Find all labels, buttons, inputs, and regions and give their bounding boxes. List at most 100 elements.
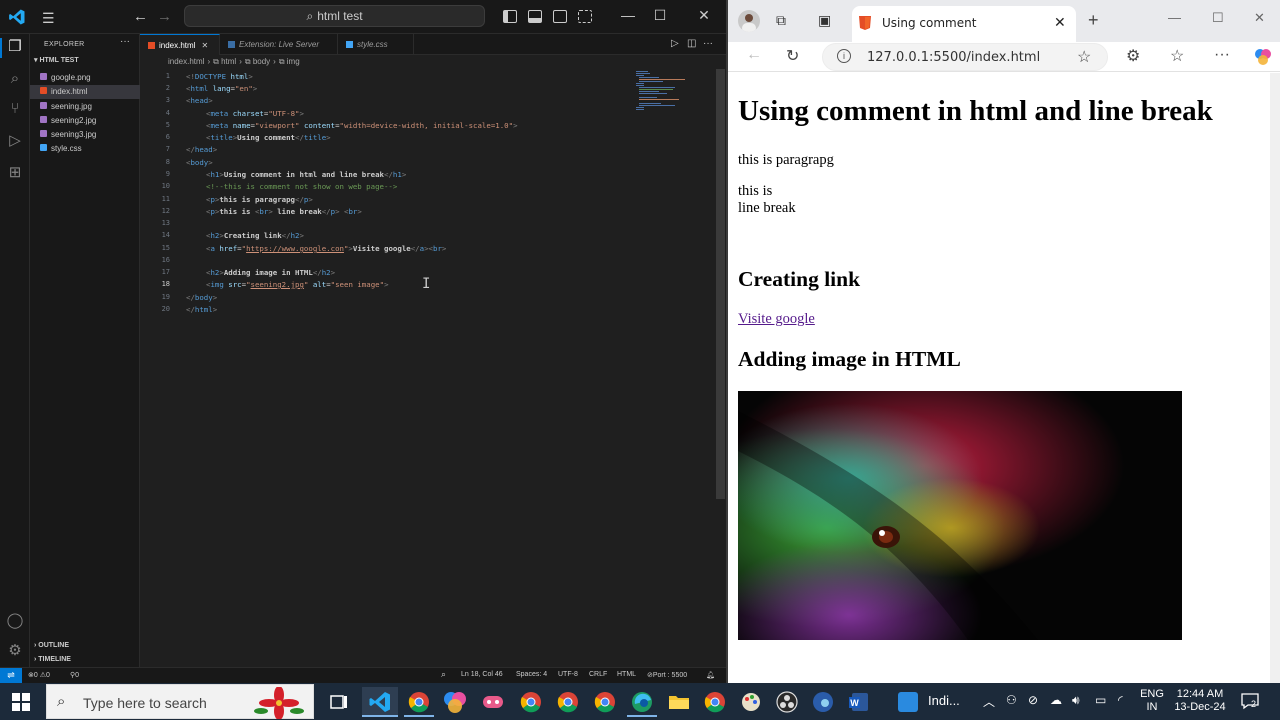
battery-icon[interactable]: ▭ — [1095, 693, 1106, 707]
search-icon[interactable]: ⌕ — [6, 70, 24, 88]
minimize-icon[interactable]: — — [618, 7, 638, 23]
copilot-app-icon[interactable] — [440, 687, 470, 717]
minimap[interactable] — [634, 69, 714, 129]
file-seening3-jpg[interactable]: seening3.jpg — [30, 128, 140, 142]
chrome-app-icon[interactable] — [553, 687, 583, 717]
edge-dev-app-icon[interactable] — [808, 687, 838, 717]
page-scrollbar[interactable] — [1270, 73, 1280, 683]
customize-layout-icon[interactable] — [578, 10, 592, 23]
toggle-panel-icon[interactable] — [528, 10, 542, 23]
tab-live-server[interactable]: Extension: Live Server — [220, 34, 338, 55]
live-server-port[interactable]: ⊘Port : 5500 — [647, 671, 687, 679]
more-actions-icon[interactable]: ··· — [703, 38, 713, 49]
zoom-icon[interactable]: ⌕ — [441, 669, 446, 680]
forward-arrow-icon[interactable]: → — [157, 8, 172, 25]
chrome-app-icon[interactable] — [516, 687, 546, 717]
breadcrumb-item[interactable]: html — [221, 57, 236, 66]
notification-icon[interactable]: 2 — [1240, 692, 1260, 710]
extensions-icon[interactable]: ⚙ — [1126, 46, 1140, 66]
vertical-tabs-icon[interactable]: ▣ — [818, 12, 831, 29]
tab-using-comment[interactable]: Using comment ✕ — [852, 6, 1076, 42]
code-editor[interactable]: 1 2 3 4 5 6 7 8 9 10 11 12 13 14 15 16 1… — [140, 69, 716, 667]
source-control-icon[interactable]: ⑂ — [6, 100, 24, 118]
toggle-secondary-sidebar-icon[interactable] — [553, 10, 567, 23]
taskbar-search[interactable]: ⌕ Type here to search — [46, 684, 314, 719]
task-view-icon[interactable] — [324, 687, 354, 717]
tab-style-css[interactable]: style.css — [338, 34, 414, 55]
avatar[interactable] — [738, 10, 760, 32]
tab-index-html[interactable]: index.html ✕ — [140, 34, 220, 55]
url-text[interactable]: 127.0.0.1:5500/index.html — [867, 50, 1040, 65]
gear-icon[interactable]: ⚙ — [6, 642, 24, 660]
edge-app-icon[interactable] — [627, 687, 657, 717]
paint-app-icon[interactable] — [736, 687, 766, 717]
maximize-icon[interactable]: ☐ — [1212, 10, 1224, 26]
vscode-app-icon[interactable] — [362, 687, 398, 717]
favorites-icon[interactable]: ☆ — [1170, 46, 1184, 66]
run-debug-icon[interactable]: ▷ — [6, 132, 24, 150]
ports-status[interactable]: ⚲0 — [70, 671, 79, 679]
chevron-up-icon[interactable]: ︿ — [983, 693, 995, 710]
maximize-icon[interactable]: ☐ — [650, 7, 670, 24]
close-icon[interactable]: ✕ — [1054, 14, 1066, 31]
onedrive-icon[interactable]: ☁ — [1050, 693, 1062, 707]
close-icon[interactable]: ✕ — [201, 41, 208, 50]
location-off-icon[interactable]: ⊘ — [1028, 693, 1038, 707]
wifi-icon[interactable]: ◜ — [1118, 693, 1123, 707]
chrome-app-icon[interactable] — [590, 687, 620, 717]
file-seening2-jpg[interactable]: seening2.jpg — [30, 114, 140, 128]
google-link[interactable]: Visite google — [738, 311, 815, 328]
extensions-icon[interactable]: ⊞ — [6, 164, 24, 182]
file-seening-jpg[interactable]: seening.jpg — [30, 100, 140, 114]
file-explorer-icon[interactable] — [664, 687, 694, 717]
weather-label[interactable]: Indi... — [928, 694, 960, 707]
breadcrumb-item[interactable]: img — [287, 57, 300, 66]
chrome-app-icon[interactable] — [404, 687, 434, 717]
explorer-icon[interactable]: ❐ — [6, 38, 24, 56]
info-icon[interactable]: i — [837, 49, 851, 63]
remote-icon[interactable]: ⇌ — [0, 668, 22, 684]
breadcrumb-item[interactable]: body — [253, 57, 270, 66]
close-icon[interactable]: ✕ — [694, 7, 714, 24]
new-tab-icon[interactable]: + — [1088, 10, 1099, 31]
folder-html-test[interactable]: ▾ HTML TEST — [34, 56, 79, 64]
weather-icon[interactable] — [898, 692, 918, 712]
run-icon[interactable]: ▷ — [671, 38, 679, 49]
favorite-star-icon[interactable]: ☆ — [1077, 47, 1091, 67]
bell-icon[interactable]: 🔔︎ — [706, 671, 715, 679]
windows-start-icon[interactable] — [12, 693, 30, 711]
refresh-icon[interactable]: ↻ — [786, 46, 799, 66]
file-style-css[interactable]: style.css — [30, 142, 140, 156]
copilot-icon[interactable] — [1254, 48, 1272, 66]
menu-icon[interactable]: ☰ — [42, 10, 58, 26]
minimize-icon[interactable]: — — [1168, 10, 1181, 25]
indentation[interactable]: Spaces: 4 — [516, 671, 547, 678]
chrome-app-icon[interactable] — [700, 687, 730, 717]
word-app-icon[interactable]: W — [844, 687, 874, 717]
close-icon[interactable]: ✕ — [1254, 10, 1265, 26]
obs-app-icon[interactable] — [772, 687, 802, 717]
back-arrow-icon[interactable]: ← — [133, 8, 148, 25]
command-center[interactable]: ⌕ html test — [184, 5, 485, 27]
editor-scrollbar[interactable] — [716, 69, 725, 499]
language-mode[interactable]: HTML — [617, 671, 636, 678]
clock[interactable]: 12:44 AM 13-Dec-24 — [1170, 688, 1230, 714]
cursor-position[interactable]: Ln 18, Col 46 — [461, 671, 503, 678]
split-editor-icon[interactable]: ◫ — [687, 38, 696, 49]
workspaces-icon[interactable]: ⧉ — [776, 12, 786, 29]
encoding[interactable]: UTF-8 — [558, 671, 578, 678]
breadcrumb-item[interactable]: index.html — [168, 57, 204, 66]
account-icon[interactable]: ◯ — [6, 612, 24, 630]
language-indicator[interactable]: ENG IN — [1137, 688, 1167, 714]
meet-now-icon[interactable]: ⚇ — [1006, 693, 1017, 707]
timeline-section[interactable]: › TIMELINE — [34, 656, 71, 663]
volume-icon[interactable]: 🔊︎ — [1072, 693, 1080, 708]
back-arrow-icon[interactable]: ← — [746, 46, 762, 64]
outline-section[interactable]: › OUTLINE — [34, 642, 69, 649]
address-bar[interactable]: i 127.0.0.1:5500/index.html ☆ — [822, 43, 1108, 71]
problems-status[interactable]: ⊗0 ⚠0 — [28, 671, 50, 679]
game-app-icon[interactable] — [478, 687, 508, 717]
line-ending[interactable]: CRLF — [589, 671, 607, 678]
file-index-html[interactable]: index.html — [30, 85, 140, 99]
file-google-png[interactable]: google.png — [30, 71, 140, 85]
